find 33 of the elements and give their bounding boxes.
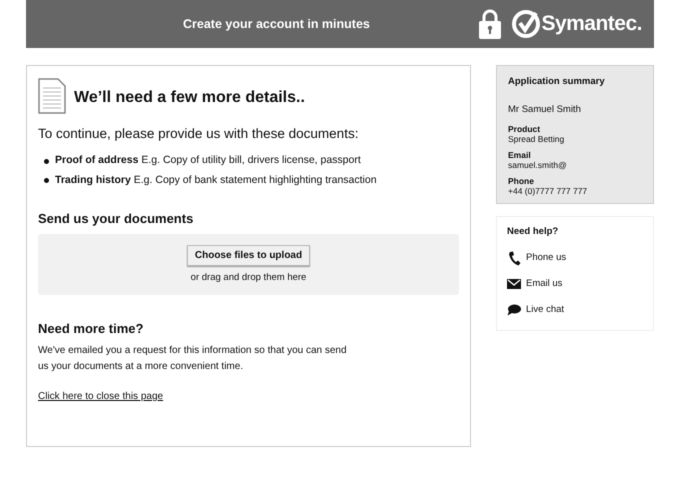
help-link[interactable]: Live chat: [507, 302, 643, 318]
upload-heading: Send us your documents: [38, 210, 194, 228]
document-icon: [38, 78, 66, 114]
document-requirement: Proof of address E.g. Copy of utility bill, drivers license, passport: [55, 153, 361, 168]
envelope-icon: [507, 279, 521, 290]
summary-value: samuel.smith@: [508, 160, 568, 170]
help-link[interactable]: Phone us: [507, 250, 643, 266]
summary-label: Email: [508, 150, 532, 160]
bullet-icon: [44, 178, 49, 184]
page-heading: We’ll need a few more details..: [74, 88, 305, 108]
phone-icon: [508, 250, 520, 266]
upload-button[interactable]: Choose files to upload: [186, 245, 310, 266]
more-time-text: We've emailed you a request for this information so that you can send us your documents at a more convenient time.: [38, 344, 348, 374]
logo-text: Symantec.: [541, 11, 642, 38]
applicant-name: Mr Samuel Smith: [508, 103, 582, 118]
summary-label: Phone: [508, 176, 535, 186]
help-title: Need help?: [507, 225, 560, 239]
upload-dropzone[interactable]: Choose files to upload or drag and drop them here: [38, 234, 459, 296]
checkmark-circle-icon: [511, 9, 542, 39]
intro-text: To continue, please provide us with these documents:: [38, 125, 360, 143]
summary-title: Application summary: [508, 75, 606, 89]
document-requirement: Trading history E.g. Copy of bank statement highlighting transaction: [55, 173, 377, 188]
more-time-heading: Need more time?: [38, 320, 144, 338]
header-title: Create your account in minutes: [183, 16, 370, 33]
summary-label: Product: [508, 124, 542, 134]
speech-bubble-icon: [507, 304, 521, 316]
bullet-icon: [44, 158, 49, 164]
close-page-link[interactable]: Click here to close this page: [38, 388, 164, 404]
padlock-icon: [479, 9, 502, 39]
help-link[interactable]: Email us: [507, 276, 643, 292]
summary-value: Spread Betting: [508, 134, 566, 144]
summary-value: +44 (0)7777 777 777: [508, 186, 588, 196]
drag-drop-hint: or drag and drop them here: [190, 271, 306, 286]
